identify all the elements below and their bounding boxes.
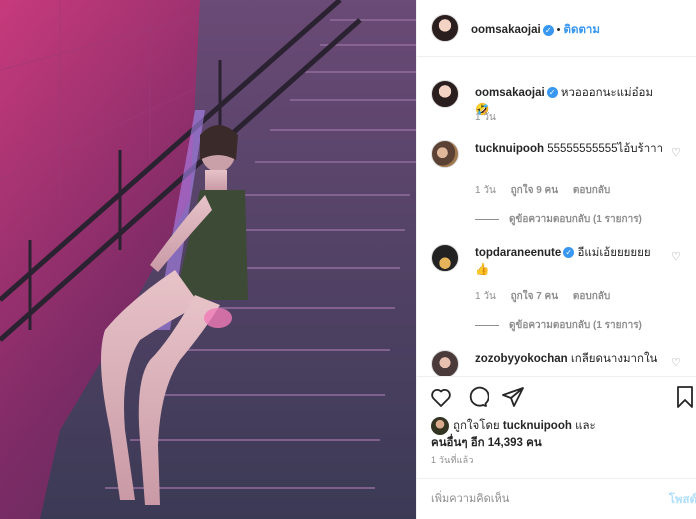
comment-meta: 1 วัน ถูกใจ 9 คน ตอบกลับ xyxy=(475,183,622,198)
replies-divider xyxy=(475,324,499,326)
header-username[interactable]: oomsakaojai xyxy=(471,24,541,36)
comment-like-icon[interactable]: ♡ xyxy=(671,146,683,159)
comment-text-block: tucknuipooh 55555555555ไอ้บร้าาา xyxy=(475,141,665,158)
header-author-line: oomsakaojai ✓ • ติดตาม xyxy=(471,21,600,39)
verified-badge-icon: ✓ xyxy=(546,87,558,99)
author-avatar[interactable] xyxy=(431,14,459,42)
likes-summary: ถูกใจโดย tucknuipooh และ คนอื่นๆ อีก 14,… xyxy=(431,417,596,451)
view-replies-button[interactable]: ดูข้อความตอบกลับ (1 รายการ) xyxy=(475,212,642,227)
comment-username[interactable]: tucknuipooh xyxy=(475,143,544,155)
heart-icon[interactable] xyxy=(429,385,453,409)
comment-username[interactable]: topdaraneenute xyxy=(475,247,561,259)
share-icon[interactable] xyxy=(501,385,525,409)
follow-button[interactable]: ติดตาม xyxy=(564,24,600,36)
liker-avatar[interactable] xyxy=(431,417,449,435)
comment-meta: 1 วัน ถูกใจ 7 คน ตอบกลับ xyxy=(475,289,622,304)
verified-badge-icon: ✓ xyxy=(542,24,554,36)
caption-time[interactable]: 1 วัน xyxy=(475,112,496,123)
comment-avatar[interactable] xyxy=(431,350,459,376)
comment-time[interactable]: 1 วัน xyxy=(475,291,496,302)
likes-conjunction: และ xyxy=(575,420,596,433)
separator-dot: • xyxy=(556,24,561,36)
caption-meta: 1 วัน xyxy=(475,110,508,125)
comment-time[interactable]: 1 วัน xyxy=(475,185,496,196)
view-replies-button[interactable]: ดูข้อความตอบกลับ (1 รายการ) xyxy=(475,318,642,333)
comment-likes[interactable]: ถูกใจ 9 คน xyxy=(511,185,559,196)
comment-username[interactable]: zozobyyokochan xyxy=(475,353,568,365)
comment-text: 55555555555ไอ้บร้าาา xyxy=(547,143,664,155)
reply-button[interactable]: ตอบกลับ xyxy=(573,185,610,196)
likes-prefix: ถูกใจโดย xyxy=(453,420,500,433)
comments-list[interactable]: oomsakaojai ✓ หวอออกนะแม่อ๋อม 🤣 1 วัน tuc… xyxy=(417,58,696,376)
bookmark-icon[interactable] xyxy=(673,385,696,409)
comment-input[interactable] xyxy=(431,489,641,509)
comment-text: เกลียดนางมากใน xyxy=(570,353,658,365)
comment-like-icon[interactable]: ♡ xyxy=(671,250,683,263)
caption-username[interactable]: oomsakaojai xyxy=(475,87,545,99)
comment-avatar[interactable] xyxy=(431,244,459,272)
replies-divider xyxy=(475,218,499,220)
post-header: oomsakaojai ✓ • ติดตาม xyxy=(417,0,696,57)
verified-badge-icon: ✓ xyxy=(563,247,575,259)
post-time-ago[interactable]: 1 วันที่แล้ว xyxy=(431,453,474,467)
view-replies-label: ดูข้อความตอบกลับ (1 รายการ) xyxy=(509,320,642,331)
post-comment-button[interactable]: โพสต์ xyxy=(669,491,696,509)
staircase-photo-illustration xyxy=(0,0,416,519)
view-replies-label: ดูข้อความตอบกลับ (1 รายการ) xyxy=(509,214,642,225)
likes-others-count[interactable]: คนอื่นๆ อีก 14,393 คน xyxy=(431,437,542,449)
add-comment-bar: โพสต์ xyxy=(417,478,696,519)
reply-button[interactable]: ตอบกลับ xyxy=(573,291,610,302)
liker-username[interactable]: tucknuipooh xyxy=(503,420,572,432)
action-bar: ถูกใจโดย tucknuipooh และ คนอื่นๆ อีก 14,… xyxy=(417,376,696,456)
comment-likes[interactable]: ถูกใจ 7 คน xyxy=(511,291,559,302)
comment-text-block: topdaraneenute ✓ อีแม่เอ้ยยยยยย 👍 xyxy=(475,245,665,279)
caption-avatar[interactable] xyxy=(431,80,459,108)
post-photo[interactable] xyxy=(0,0,416,519)
comment-avatar[interactable] xyxy=(431,140,459,168)
comment-icon[interactable] xyxy=(465,385,489,409)
comment-like-icon[interactable]: ♡ xyxy=(671,356,683,369)
comment-text-block: zozobyyokochan เกลียดนางมากใน xyxy=(475,351,675,368)
post-side-panel: oomsakaojai ✓ • ติดตาม oomsakaojai ✓ หวอออกน… xyxy=(416,0,696,519)
